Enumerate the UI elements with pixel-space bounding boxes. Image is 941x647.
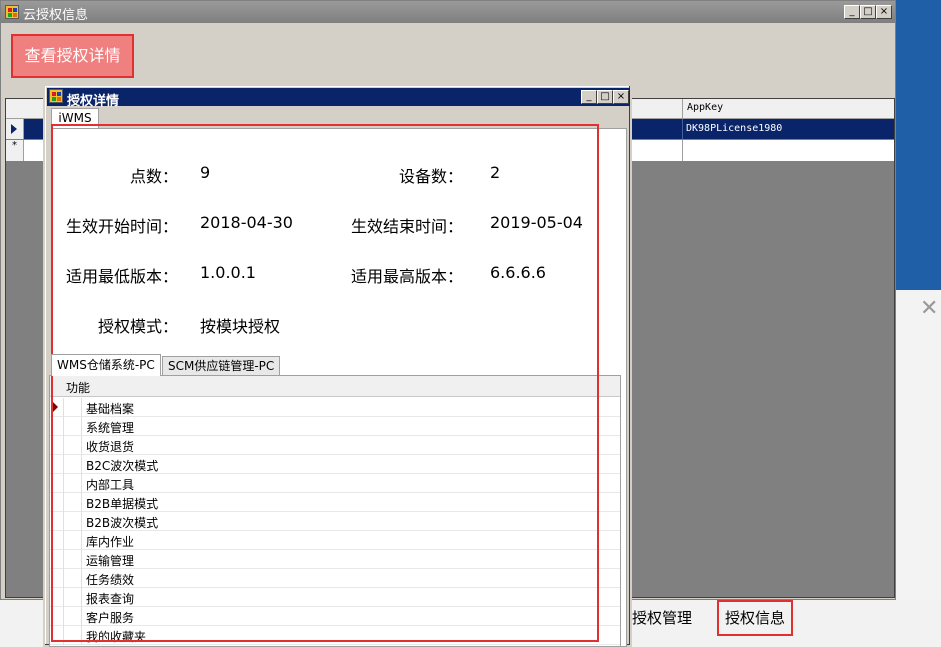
row-check-cell[interactable] — [64, 569, 82, 588]
table-row[interactable]: B2B波次模式 — [50, 512, 620, 531]
table-row[interactable]: B2C波次模式 — [50, 455, 620, 474]
new-row-marker: * — [6, 140, 24, 161]
function-column-header[interactable]: 功能 — [50, 376, 620, 397]
min-version-label: 适用最低版本： — [66, 267, 179, 286]
function-name: B2B单据模式 — [86, 497, 159, 511]
license-mode-value: 按模块授权 — [200, 317, 281, 336]
row-check-cell[interactable] — [64, 436, 82, 455]
table-row[interactable]: 报表查询 — [50, 588, 620, 607]
view-license-details-button[interactable]: 查看授权详情 — [11, 34, 134, 78]
row-selector[interactable] — [50, 493, 64, 512]
row-check-cell[interactable] — [64, 550, 82, 569]
row-check-cell[interactable] — [64, 417, 82, 436]
function-name: 基础档案 — [86, 402, 135, 416]
row-selector[interactable] — [6, 119, 24, 139]
end-time-label: 生效结束时间： — [351, 217, 464, 236]
row-selector[interactable] — [50, 455, 64, 474]
appkey-cell[interactable]: DK98PLicense1980 — [682, 119, 894, 139]
row-selector[interactable] — [50, 512, 64, 531]
dialog-minimize-button[interactable]: _ — [581, 90, 597, 104]
function-name: 我的收藏夹 — [86, 630, 147, 644]
row-check-cell[interactable] — [64, 398, 82, 417]
function-grid: 功能 基础档案系统管理收货退货 B2C波次模式 内部工具 B2B单据模式 B2B波次模式… — [49, 375, 621, 647]
row-selector[interactable] — [50, 398, 64, 417]
window-title: 云授权信息 — [23, 8, 89, 23]
license-mode-label: 授权模式： — [98, 317, 179, 336]
row-pointer-icon — [11, 124, 17, 134]
table-row[interactable]: 库内作业 — [50, 531, 620, 550]
function-name: 库内作业 — [86, 535, 135, 549]
main-title-bar: 云授权信息 _ □ × — [1, 1, 895, 23]
function-name: B2C波次模式 — [86, 459, 159, 473]
function-header-label: 功能 — [66, 381, 91, 395]
end-time-value: 2019-05-04 — [490, 213, 583, 232]
tab-wms-pc[interactable]: WMS仓储系统-PC — [51, 354, 161, 376]
background-window-fragment — [895, 290, 941, 600]
row-pointer-icon — [53, 402, 58, 412]
close-icon: ✕ — [920, 296, 939, 321]
row-check-cell[interactable] — [64, 474, 82, 493]
table-row[interactable]: 客户服务 — [50, 607, 620, 626]
row-selector[interactable] — [50, 569, 64, 588]
function-name: 任务绩效 — [86, 573, 135, 587]
row-selector[interactable] — [50, 588, 64, 607]
tab-iwms[interactable]: iWMS — [51, 108, 99, 128]
row-selector[interactable] — [50, 436, 64, 455]
row-check-cell[interactable] — [64, 512, 82, 531]
table-row[interactable]: 系统管理 — [50, 417, 620, 436]
maximize-button[interactable]: □ — [860, 5, 876, 19]
function-name: B2B波次模式 — [86, 516, 159, 530]
max-version-value: 6.6.6.6 — [490, 263, 546, 282]
row-check-cell[interactable] — [64, 588, 82, 607]
table-row[interactable]: 内部工具 — [50, 474, 620, 493]
table-row[interactable]: 运输管理 — [50, 550, 620, 569]
function-name: 系统管理 — [86, 421, 135, 435]
tab-license-management[interactable]: 授权管理 — [632, 600, 692, 636]
minimize-button[interactable]: _ — [844, 5, 860, 19]
table-row[interactable]: 我的收藏夹 — [50, 626, 620, 645]
function-name: 客户服务 — [86, 611, 135, 625]
grid-divider — [682, 140, 683, 161]
max-version-label: 适用最高版本： — [351, 267, 464, 286]
function-name: 运输管理 — [86, 554, 135, 568]
dialog-title: 授权详情 — [67, 94, 120, 109]
row-check-cell[interactable] — [64, 531, 82, 550]
function-name: 收货退货 — [86, 440, 135, 454]
points-label: 点数： — [130, 167, 179, 186]
table-row[interactable]: B2B单据模式 — [50, 493, 620, 512]
close-button[interactable]: × — [876, 5, 892, 19]
function-name: 内部工具 — [86, 478, 135, 492]
row-check-cell[interactable] — [64, 607, 82, 626]
tab-license-info[interactable]: 授权信息 — [717, 600, 794, 636]
row-check-cell[interactable] — [64, 455, 82, 474]
min-version-value: 1.0.0.1 — [200, 263, 256, 282]
dialog-close-button[interactable]: × — [613, 90, 629, 104]
dialog-title-bar: 授权详情 _ □ × — [47, 88, 630, 109]
points-value: 9 — [200, 163, 211, 182]
row-selector[interactable] — [50, 417, 64, 436]
tab-scm-pc[interactable]: SCM供应链管理-PC — [162, 356, 281, 376]
row-selector[interactable] — [50, 550, 64, 569]
function-name: 报表查询 — [86, 592, 135, 606]
row-selector[interactable] — [50, 607, 64, 626]
app-icon — [5, 5, 19, 19]
row-check-cell[interactable] — [64, 626, 82, 645]
devices-value: 2 — [490, 163, 501, 182]
start-time-value: 2018-04-30 — [200, 213, 293, 232]
dialog-icon — [49, 89, 63, 103]
table-row[interactable]: 收货退货 — [50, 436, 620, 455]
row-selector[interactable] — [50, 474, 64, 493]
devices-label: 设备数： — [399, 167, 464, 186]
row-selector[interactable] — [50, 626, 64, 645]
row-selector[interactable] — [50, 531, 64, 550]
appkey-column-header[interactable]: AppKey — [682, 99, 894, 119]
start-time-label: 生效开始时间： — [66, 217, 179, 236]
table-row[interactable]: 基础档案 — [50, 398, 620, 417]
row-check-cell[interactable] — [64, 493, 82, 512]
table-row[interactable]: 任务绩效 — [50, 569, 620, 588]
dialog-maximize-button[interactable]: □ — [597, 90, 613, 104]
